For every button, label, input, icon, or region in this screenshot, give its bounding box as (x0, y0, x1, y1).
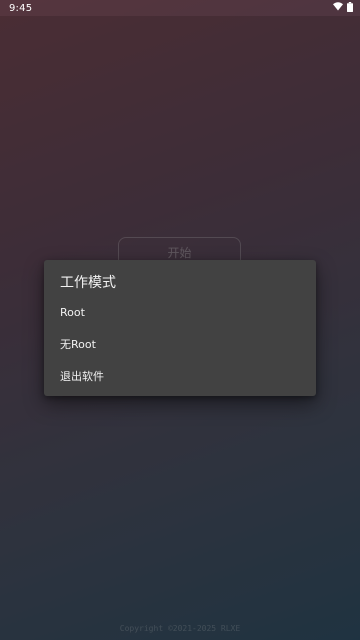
status-bar: 9:45 (0, 0, 360, 16)
dialog-title: 工作模式 (60, 275, 116, 291)
status-time: 9:45 (9, 2, 33, 14)
status-icons (333, 1, 353, 15)
wifi-icon (333, 2, 343, 14)
dialog-item-root[interactable]: Root (44, 296, 316, 328)
app-screen: 9:45 开始 Copyright ©2021-2025 RLXE 工作模式 R… (0, 0, 360, 640)
work-mode-dialog: 工作模式 Root 无Root 退出软件 (44, 260, 316, 396)
dialog-item-no-root[interactable]: 无Root (44, 328, 316, 360)
dialog-item-exit[interactable]: 退出软件 (44, 360, 316, 392)
battery-icon (347, 1, 353, 15)
